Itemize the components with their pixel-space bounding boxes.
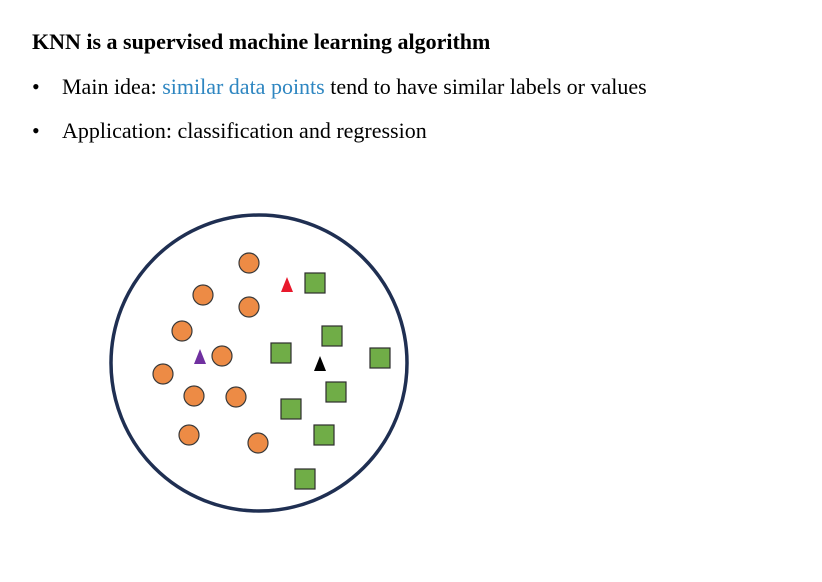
purple-triangle-query xyxy=(194,349,206,364)
green-square-point xyxy=(369,347,391,369)
orange-circle-point xyxy=(183,385,205,407)
boundary-circle xyxy=(109,213,409,513)
orange-circle-point xyxy=(247,432,269,454)
black-triangle-query xyxy=(314,356,326,371)
orange-circle-point xyxy=(178,424,200,446)
knn-diagram xyxy=(109,213,409,513)
orange-circle-point xyxy=(192,284,214,306)
green-square-point xyxy=(270,342,292,364)
orange-circle-point xyxy=(238,252,260,274)
green-square-point xyxy=(321,325,343,347)
green-square-point xyxy=(294,468,316,490)
red-triangle-query xyxy=(281,277,293,292)
green-square-point xyxy=(304,272,326,294)
green-square-point xyxy=(280,398,302,420)
green-square-point xyxy=(313,424,335,446)
orange-circle-point xyxy=(238,296,260,318)
green-square-point xyxy=(325,381,347,403)
orange-circle-point xyxy=(225,386,247,408)
orange-circle-point xyxy=(152,363,174,385)
orange-circle-point xyxy=(211,345,233,367)
orange-circle-point xyxy=(171,320,193,342)
